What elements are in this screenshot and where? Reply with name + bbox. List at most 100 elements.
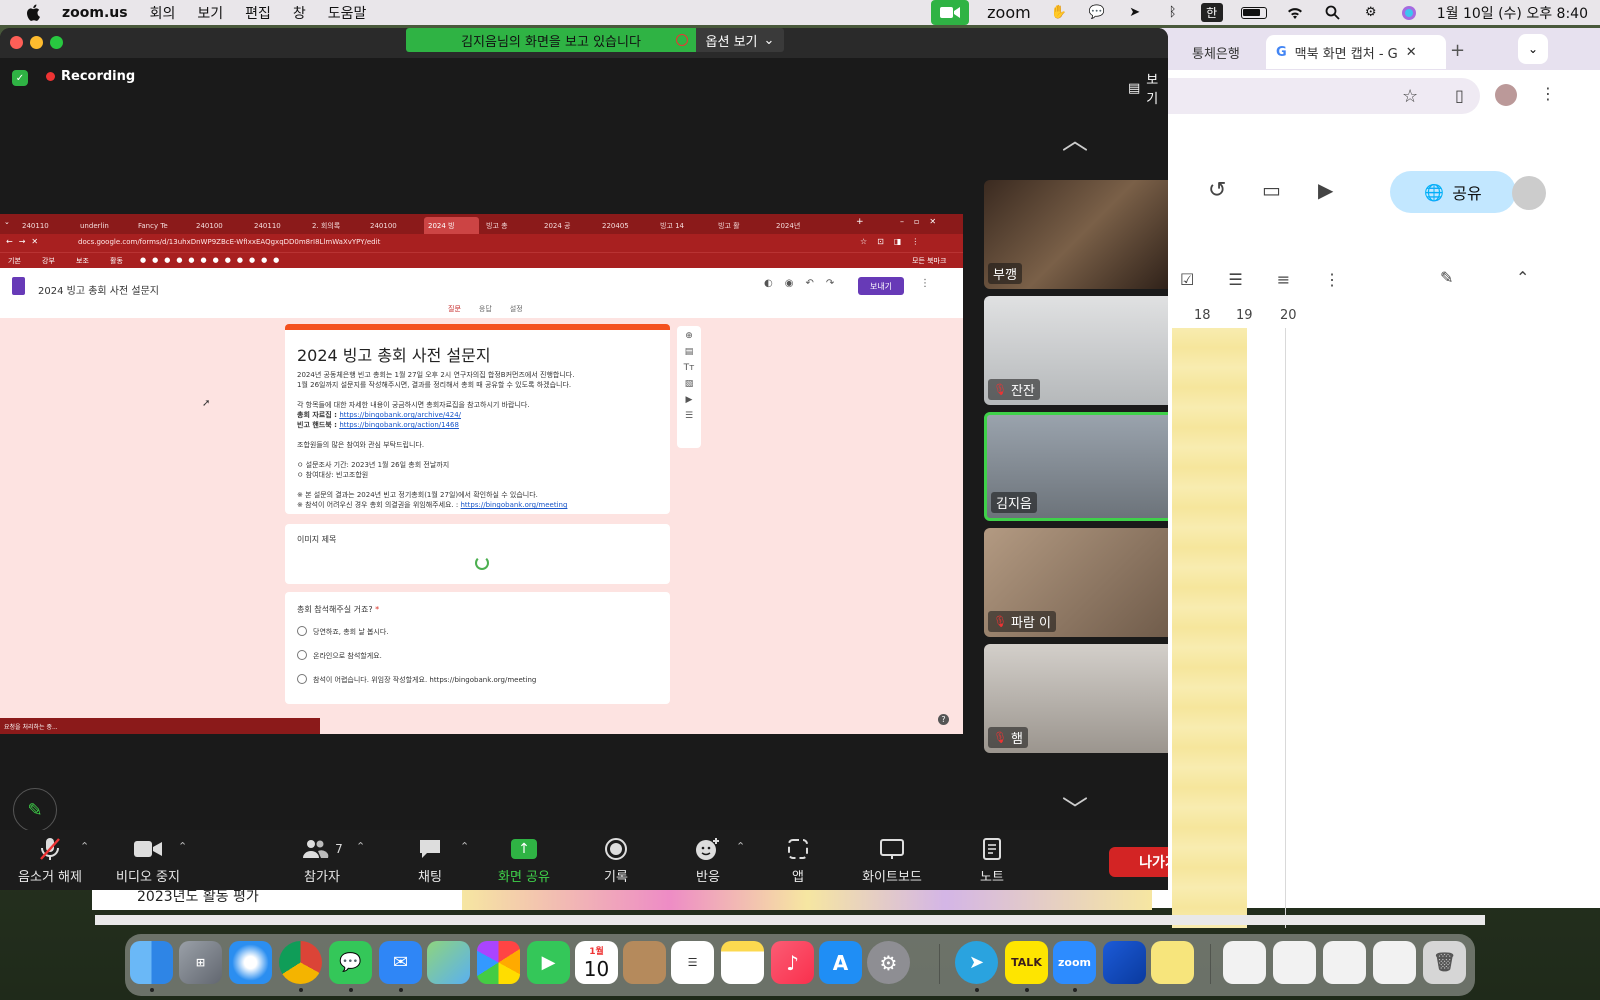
battery-icon[interactable] bbox=[1240, 6, 1267, 19]
whiteboard-button[interactable]: 화이트보드 bbox=[852, 836, 932, 885]
bookmark-item[interactable]: 기본 bbox=[8, 256, 21, 266]
trash-icon[interactable]: 🗑 bbox=[1423, 941, 1466, 984]
shared-tab[interactable]: Fancy Te bbox=[134, 217, 189, 234]
help-icon[interactable]: ? bbox=[938, 714, 949, 725]
share-screen-button[interactable]: ↑ 화면 공유 bbox=[484, 836, 564, 885]
add-question-icon[interactable]: ⊕ bbox=[685, 331, 693, 341]
side-panel-icon[interactable]: ▯ bbox=[1455, 86, 1464, 105]
shared-tab[interactable]: underlin bbox=[76, 217, 131, 234]
shared-tab[interactable]: 240100 bbox=[366, 217, 421, 234]
nav-arrows-icon[interactable]: ←→✕ bbox=[6, 237, 44, 246]
shared-tab[interactable]: 2. 회의록 bbox=[308, 217, 363, 234]
wifi-icon[interactable] bbox=[1285, 4, 1305, 22]
system-settings-icon[interactable]: ⚙ bbox=[867, 941, 910, 984]
section-icon[interactable]: ☰ bbox=[685, 411, 693, 421]
maps-icon[interactable] bbox=[427, 941, 470, 984]
annotate-pencil-button[interactable]: ✎ bbox=[13, 788, 57, 832]
chevron-down-icon[interactable]: ⌄ bbox=[1518, 34, 1548, 64]
shared-tab[interactable]: 2024년 bbox=[772, 217, 827, 234]
new-tab-icon[interactable]: + bbox=[1450, 40, 1465, 61]
archive-link[interactable]: https://bingobank.org/archive/424/ bbox=[339, 411, 461, 419]
shared-extensions-icon[interactable]: ☆⊡◨⋮ bbox=[860, 237, 929, 246]
participant-tile[interactable]: 🎙 햄 bbox=[984, 644, 1168, 753]
kakaotalk-icon[interactable]: TALK bbox=[1005, 941, 1048, 984]
participant-tile-active[interactable]: 김지음 bbox=[984, 412, 1168, 521]
history-icon[interactable]: ↺ bbox=[1208, 178, 1226, 203]
more-menu-icon[interactable]: ⋮ bbox=[1540, 84, 1556, 103]
participant-tile[interactable]: 부깽 bbox=[984, 180, 1168, 289]
notes-app-icon[interactable] bbox=[721, 941, 764, 984]
reminders-icon[interactable]: ☰ bbox=[671, 941, 714, 984]
send-button[interactable]: 보내기 bbox=[858, 277, 904, 295]
apple-menu-icon[interactable] bbox=[22, 2, 44, 24]
chevron-up-icon[interactable]: ⌃ bbox=[356, 840, 365, 853]
recent-window-thumbnail[interactable] bbox=[1323, 941, 1366, 984]
chevron-up-icon[interactable]: ⌃ bbox=[178, 840, 187, 853]
apps-button[interactable]: 앱 bbox=[758, 836, 838, 885]
menu-window[interactable]: 창 bbox=[293, 3, 306, 23]
meet-icon[interactable]: ▶ bbox=[1318, 178, 1333, 202]
finder-icon[interactable] bbox=[130, 941, 173, 984]
menubar-clock[interactable]: 1월 10일 (수) 오후 8:40 bbox=[1437, 3, 1588, 23]
zoom-app-icon[interactable]: zoom bbox=[1053, 941, 1096, 984]
all-bookmarks[interactable]: 모든 북마크 bbox=[912, 256, 946, 266]
account-avatar[interactable] bbox=[1512, 176, 1546, 210]
question-card[interactable]: 총회 참석해주실 거죠? * 당연하죠, 총회 날 봅시다. 온라인으로 참석할… bbox=[285, 592, 670, 704]
message-icon[interactable]: 💬 bbox=[1087, 4, 1107, 22]
chevron-up-icon[interactable]: ⌃ bbox=[736, 840, 745, 853]
gallery-scroll-down-icon[interactable]: ﹀ bbox=[1062, 790, 1088, 827]
app-menu[interactable]: zoom.us bbox=[62, 5, 128, 21]
contacts-icon[interactable] bbox=[623, 941, 666, 984]
mail-icon[interactable]: ✉ bbox=[379, 941, 422, 984]
tab-settings[interactable]: 설정 bbox=[510, 304, 523, 314]
fullscreen-window-button[interactable] bbox=[50, 36, 63, 49]
chevron-up-icon[interactable]: ⌃ bbox=[80, 840, 89, 853]
stop-video-button[interactable]: 비디오 중지 bbox=[108, 836, 188, 885]
image-icon[interactable]: ▧ bbox=[685, 379, 694, 389]
shared-tab[interactable]: 빙고 14 bbox=[656, 217, 711, 234]
chrome-icon[interactable] bbox=[279, 941, 322, 984]
forms-title[interactable]: 2024 빙고 총회 사전 설문지 bbox=[38, 282, 159, 297]
radio-option[interactable] bbox=[297, 650, 307, 660]
horizontal-scrollbar[interactable] bbox=[95, 915, 1485, 925]
recent-window-thumbnail[interactable] bbox=[1373, 941, 1416, 984]
bluetooth-icon[interactable]: ᛒ bbox=[1163, 4, 1183, 22]
app-store-icon[interactable]: A bbox=[819, 941, 862, 984]
radio-option[interactable] bbox=[297, 674, 307, 684]
zoom-status-label[interactable]: zoom bbox=[987, 3, 1031, 22]
siri-icon[interactable] bbox=[1399, 4, 1419, 22]
chevron-up-icon[interactable]: ⌃ bbox=[460, 840, 469, 853]
form-header-card[interactable]: 2024 빙고 총회 사전 설문지 2024년 공동체은행 빈고 총회는 1월 … bbox=[285, 324, 670, 514]
messages-icon[interactable]: 💬 bbox=[329, 941, 372, 984]
participant-tile[interactable]: 🎙 잔잔 bbox=[984, 296, 1168, 405]
window-controls[interactable]: –▫✕ bbox=[900, 217, 946, 226]
shared-tab[interactable]: 220405 bbox=[598, 217, 653, 234]
bookmark-favicons[interactable]: ●●●●●●●●●●●● bbox=[140, 256, 285, 264]
calendar-icon[interactable]: 1월 10 bbox=[575, 941, 618, 984]
recent-window-thumbnail[interactable] bbox=[1223, 941, 1266, 984]
profile-avatar[interactable] bbox=[1495, 84, 1517, 106]
image-card[interactable]: 이미지 제목 bbox=[285, 524, 670, 584]
minimize-window-button[interactable] bbox=[30, 36, 43, 49]
title-icon[interactable]: Tт bbox=[684, 363, 695, 373]
more-icon[interactable]: ⋮ bbox=[1324, 270, 1340, 289]
chevron-up-icon[interactable]: ⌃ bbox=[1516, 268, 1529, 287]
shared-tab[interactable]: 240100 bbox=[192, 217, 247, 234]
meeting-link[interactable]: https://bingobank.org/meeting bbox=[461, 501, 568, 509]
control-center-icon[interactable]: ⚙ bbox=[1361, 4, 1381, 22]
safari-icon[interactable] bbox=[229, 941, 272, 984]
bookmark-item[interactable]: 활동 bbox=[110, 256, 123, 266]
close-icon[interactable]: ✕ bbox=[1406, 45, 1417, 60]
view-options-button[interactable]: 옵션 보기 ⌄ bbox=[696, 28, 784, 52]
checklist-icon[interactable]: ☑ bbox=[1180, 270, 1194, 289]
location-icon[interactable]: ➤ bbox=[1125, 4, 1145, 22]
shared-tab-active[interactable]: 2024 빙 bbox=[424, 217, 479, 234]
gallery-scroll-up-icon[interactable]: ︿ bbox=[1062, 120, 1088, 157]
unmute-button[interactable]: 음소거 해제 bbox=[10, 836, 90, 885]
tab-responses[interactable]: 응답 bbox=[479, 304, 492, 314]
video-icon[interactable]: ▶ bbox=[686, 395, 693, 405]
tab-menu-icon[interactable]: ⌄ bbox=[4, 218, 10, 226]
radio-option[interactable] bbox=[297, 626, 307, 636]
comment-icon[interactable]: ▭ bbox=[1262, 178, 1281, 202]
photos-icon[interactable] bbox=[477, 941, 520, 984]
